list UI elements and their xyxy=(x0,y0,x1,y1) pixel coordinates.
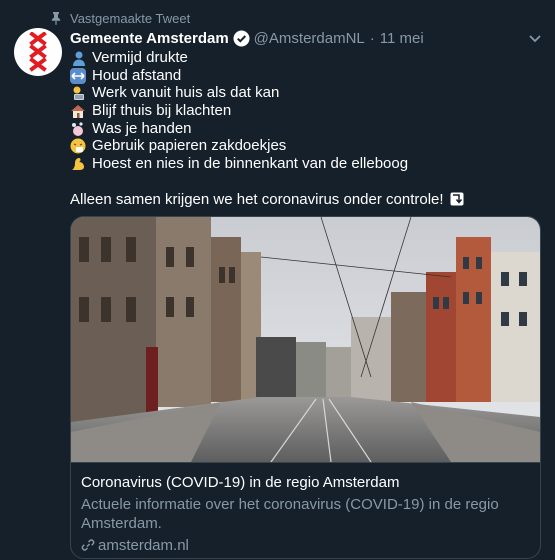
verified-badge-icon xyxy=(233,30,250,47)
tweet-line-text: Houd afstand xyxy=(92,66,182,84)
link-card[interactable]: Coronavirus (COVID-19) in de regio Amste… xyxy=(70,216,541,559)
person-icon xyxy=(70,50,86,66)
tweet-line-text: Vermijd drukte xyxy=(92,49,188,66)
avatar[interactable] xyxy=(14,28,62,76)
link-icon xyxy=(81,539,95,551)
tweet-line: Gebruik papieren zakdoekjes xyxy=(70,137,408,155)
header-separator: · xyxy=(369,29,375,47)
washing-hands-icon xyxy=(70,121,86,137)
link-card-description: Actuele informatie over het coronavirus … xyxy=(81,496,499,532)
tweet-date[interactable]: 11 mei xyxy=(380,30,424,47)
link-card-title[interactable]: Coronavirus (COVID-19) in de regio Amste… xyxy=(81,473,530,493)
pinned-tweet-indicator: Vastgemaakte Tweet xyxy=(48,10,190,26)
pin-icon xyxy=(51,12,61,25)
person-at-laptop-icon xyxy=(70,85,86,101)
tweet-line: Werk vanuit huis als dat kan xyxy=(70,84,408,102)
tweet-line-text: Werk vanuit huis als dat kan xyxy=(92,84,280,102)
tweet-line: Hoest en nies in de binnenkant van de el… xyxy=(70,155,408,173)
tweet-line-text: Blijf thuis bij klachten xyxy=(92,102,232,120)
tweet-header: Gemeente Amsterdam @AmsterdamNL · 11 mei xyxy=(70,28,424,48)
tweet-closing-line: Alleen samen krijgen we het coronavirus … xyxy=(70,190,464,208)
tweet-closing-text: Alleen samen krijgen we het coronavirus … xyxy=(70,190,444,208)
sneezing-face-icon xyxy=(70,138,86,154)
down-right-arrow-icon xyxy=(450,192,464,206)
author-handle[interactable]: @AmsterdamNL xyxy=(254,30,365,47)
link-card-domain[interactable]: amsterdam.nl xyxy=(81,535,530,555)
tweet-line-text: Was je handen xyxy=(92,119,192,137)
tweet-text: Vermijd drukte Houd afstand Werk vanuit … xyxy=(70,49,408,173)
tweet-line: Was je handen xyxy=(70,120,408,138)
chevron-down-icon[interactable] xyxy=(527,30,543,46)
tweet-line: Blijf thuis bij klachten xyxy=(70,102,408,120)
tweet-line: Houd afstand xyxy=(70,67,408,85)
author-name[interactable]: Gemeente Amsterdam xyxy=(70,30,229,47)
tweet-line: Vermijd drukte xyxy=(70,49,408,67)
tweet-line-text: Hoest en nies in de binnenkant van de el… xyxy=(92,155,409,173)
tweet-line-text: Gebruik papieren zakdoekjes xyxy=(92,137,287,155)
house-icon xyxy=(70,103,86,119)
flexed-biceps-icon xyxy=(70,156,86,172)
amsterdam-xxx-logo xyxy=(29,32,47,72)
left-right-arrow-icon xyxy=(70,67,86,84)
empty-amsterdam-street-photo xyxy=(71,217,540,462)
link-domain-text[interactable]: amsterdam.nl xyxy=(98,537,189,554)
pinned-label: Vastgemaakte Tweet xyxy=(70,10,191,26)
link-card-text[interactable]: Coronavirus (COVID-19) in de regio Amste… xyxy=(71,462,540,558)
